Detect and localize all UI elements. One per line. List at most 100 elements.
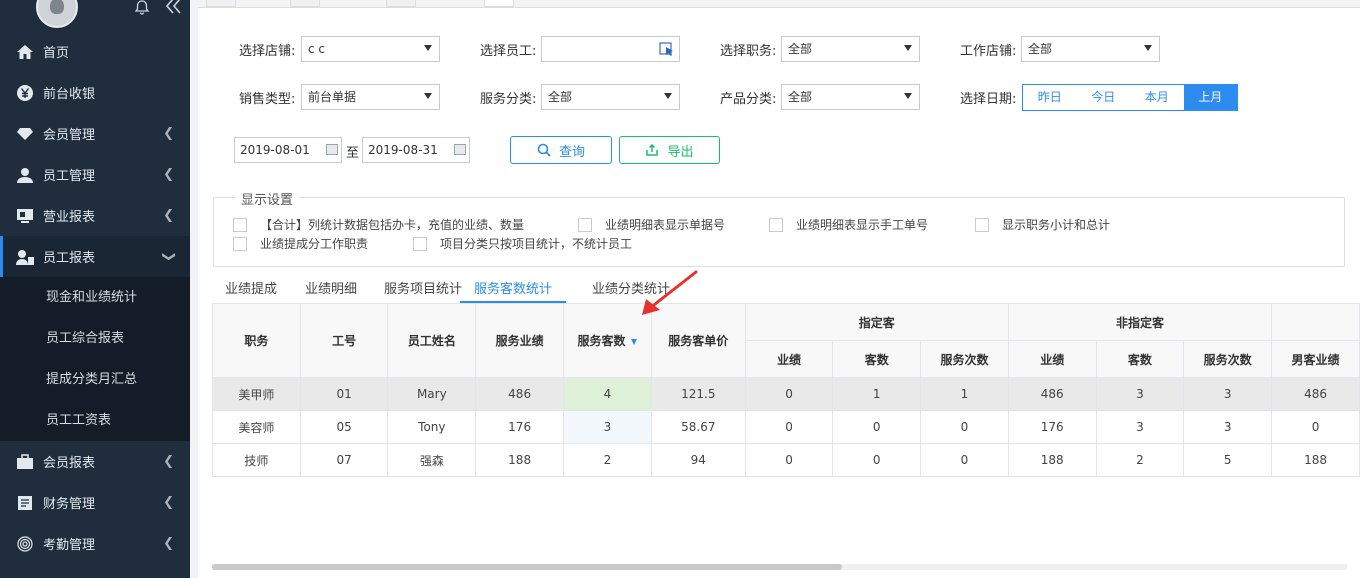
checkbox[interactable] [413,236,427,251]
sidebar-item-label: 考勤管理 [43,538,96,553]
setting-label: 显示职务小计和总计 [1002,218,1111,232]
employee-select[interactable] [541,36,680,62]
sidebar-item-label: 员工管理 [43,169,96,184]
sidebar-item-member-mgmt[interactable]: 会员管理 ❮ [0,113,190,154]
sidebar-submenu: 现金和业绩统计 员工综合报表 提成分类月汇总 员工工资表 [0,277,190,441]
page-tab-active[interactable] [484,0,514,7]
sidebar-subitem-cash-performance[interactable]: 现金和业绩统计 [0,277,190,318]
table-row[interactable]: 美容师 05 Tony 176 3 58.67 0 0 0 176 3 3 0 [212,410,1360,444]
sidebar-subitem-staff-summary[interactable]: 员工综合报表 [0,318,190,359]
product-category-select[interactable]: 全部 [781,84,920,110]
col-header-emp-name[interactable]: 员工姓名 [387,303,477,378]
table-horizontal-scrollbar[interactable] [212,564,1347,570]
sidebar-item-finance[interactable]: 财务管理 ❮ [0,482,190,523]
sidebar-item-label: 员工报表 [43,251,96,266]
sale-type-select[interactable]: 前台单据 [301,84,440,110]
col-header-designated-times[interactable]: 服务次数 [920,340,1009,378]
annotation-arrow-icon [642,270,698,315]
col-header-emp-no[interactable]: 工号 [299,303,389,378]
sidebar-item-label: 营业报表 [43,210,96,225]
table-row[interactable]: 技师 07 强森 188 2 94 0 0 0 188 2 5 188 [212,443,1360,477]
sidebar-item-staff-mgmt[interactable]: 员工管理 ❮ [0,154,190,195]
tab-service-item-stats[interactable]: 服务项目统计 [384,278,462,303]
sidebar-subitem-payroll[interactable]: 员工工资表 [0,400,190,441]
col-header-nondesignated-perf[interactable]: 业绩 [1007,340,1097,378]
diamond-icon [16,125,34,143]
setting-label: 项目分类只按项目统计，不统计员工 [440,237,633,251]
col-header-service-perf[interactable]: 服务业绩 [475,303,565,378]
table-cell: 2 [1095,443,1185,477]
table-cell: 0 [920,443,1009,477]
table-cell: 486 [1007,377,1097,411]
col-header-designated-perf[interactable]: 业绩 [744,340,834,378]
table-cell: 3 [1183,377,1273,411]
calendar-icon[interactable] [454,144,466,155]
setting-show-position-subtotal[interactable]: 显示职务小计和总计 [975,216,1110,233]
sort-desc-icon[interactable] [631,338,638,345]
checkbox[interactable] [769,217,783,232]
store-label: 选择店铺: [239,44,296,59]
table-cell: 486 [475,377,565,411]
col-header-male-perf[interactable]: 男客业绩 [1271,340,1360,378]
col-group-designated: 指定客 [744,303,1009,341]
checkbox[interactable] [233,217,247,232]
table-row[interactable]: 美甲师 01 Mary 486 4 121.5 0 1 1 486 3 3 486 [212,377,1360,411]
date-from-input[interactable]: 2019-08-01 [234,137,342,163]
table-cell: 1 [920,377,1009,411]
date-today-button[interactable]: 今日 [1077,85,1131,110]
col-header-position[interactable]: 职务 [212,303,301,378]
col-header-nondesignated-times[interactable]: 服务次数 [1183,340,1273,378]
collapse-sidebar-icon[interactable] [165,0,183,18]
service-category-select-value: 全部 [548,90,573,104]
col-header-nondesignated-count[interactable]: 客数 [1095,340,1185,378]
checkbox[interactable] [578,217,592,232]
checkbox[interactable] [975,217,989,232]
sidebar-item-staff-report[interactable]: 员工报表 ❮ [0,236,190,277]
service-category-select[interactable]: 全部 [541,84,680,110]
calendar-icon[interactable] [326,144,338,155]
table-cell: 07 [299,443,389,477]
table-cell: 技师 [212,443,301,477]
page-tab[interactable] [386,0,416,7]
page-tab[interactable] [206,0,236,7]
sidebar-scrollbar[interactable] [190,0,198,578]
sidebar-item-home[interactable]: 首页 [0,31,190,72]
bell-icon[interactable] [134,0,150,16]
user-icon [16,166,34,184]
service-customer-table: 职务 工号 员工姓名 服务业绩 服务客数 服务客单价 指定客 非指定客 业绩 客… [212,303,1360,477]
store-select[interactable]: c c [301,36,440,62]
dropdown-arrow-icon [904,45,912,51]
sidebar-item-attendance[interactable]: 考勤管理 ❮ [0,523,190,564]
work-store-select[interactable]: 全部 [1021,36,1160,62]
chevron-down-icon: ❮ [161,251,177,262]
table-cell: 176 [475,410,565,444]
setting-category-by-item[interactable]: 项目分类只按项目统计，不统计员工 [413,235,632,252]
sidebar-subitem-commission-monthly[interactable]: 提成分类月汇总 [0,359,190,400]
export-button[interactable]: 导出 [619,136,720,164]
col-header-designated-count[interactable]: 客数 [832,340,922,378]
query-button[interactable]: 查询 [510,136,612,164]
home-icon [16,43,34,61]
setting-show-manual-number[interactable]: 业绩明细表显示手工单号 [769,216,928,233]
avatar[interactable] [36,0,78,28]
setting-show-order-number[interactable]: 业绩明细表显示单据号 [578,216,725,233]
col-group-extra [1271,303,1360,341]
position-select[interactable]: 全部 [781,36,920,62]
date-last-month-button[interactable]: 上月 [1183,85,1237,110]
tab-commission[interactable]: 业绩提成 [225,278,277,303]
sidebar-item-member-report[interactable]: 会员报表 ❮ [0,441,190,482]
page-tab[interactable] [290,0,320,7]
date-this-month-button[interactable]: 本月 [1130,85,1184,110]
setting-commission-by-duty[interactable]: 业绩提成分工作职责 [233,235,368,252]
date-yesterday-button[interactable]: 昨日 [1023,85,1077,110]
sidebar-item-front-cashier[interactable]: 前台收银 [0,72,190,113]
sidebar-item-business-report[interactable]: 营业报表 ❮ [0,195,190,236]
tab-service-customer-stats[interactable]: 服务客数统计 [460,278,567,303]
checkbox[interactable] [233,236,247,251]
date-to-input[interactable]: 2019-08-31 [362,137,470,163]
tab-performance-detail[interactable]: 业绩明细 [305,278,357,303]
position-select-value: 全部 [788,42,813,56]
table-cell: 0 [744,377,834,411]
scrollbar-thumb[interactable] [212,564,842,570]
setting-total-includes-card[interactable]: 【合计】列统计数据包括办卡，充值的业绩、数量 [233,216,524,233]
